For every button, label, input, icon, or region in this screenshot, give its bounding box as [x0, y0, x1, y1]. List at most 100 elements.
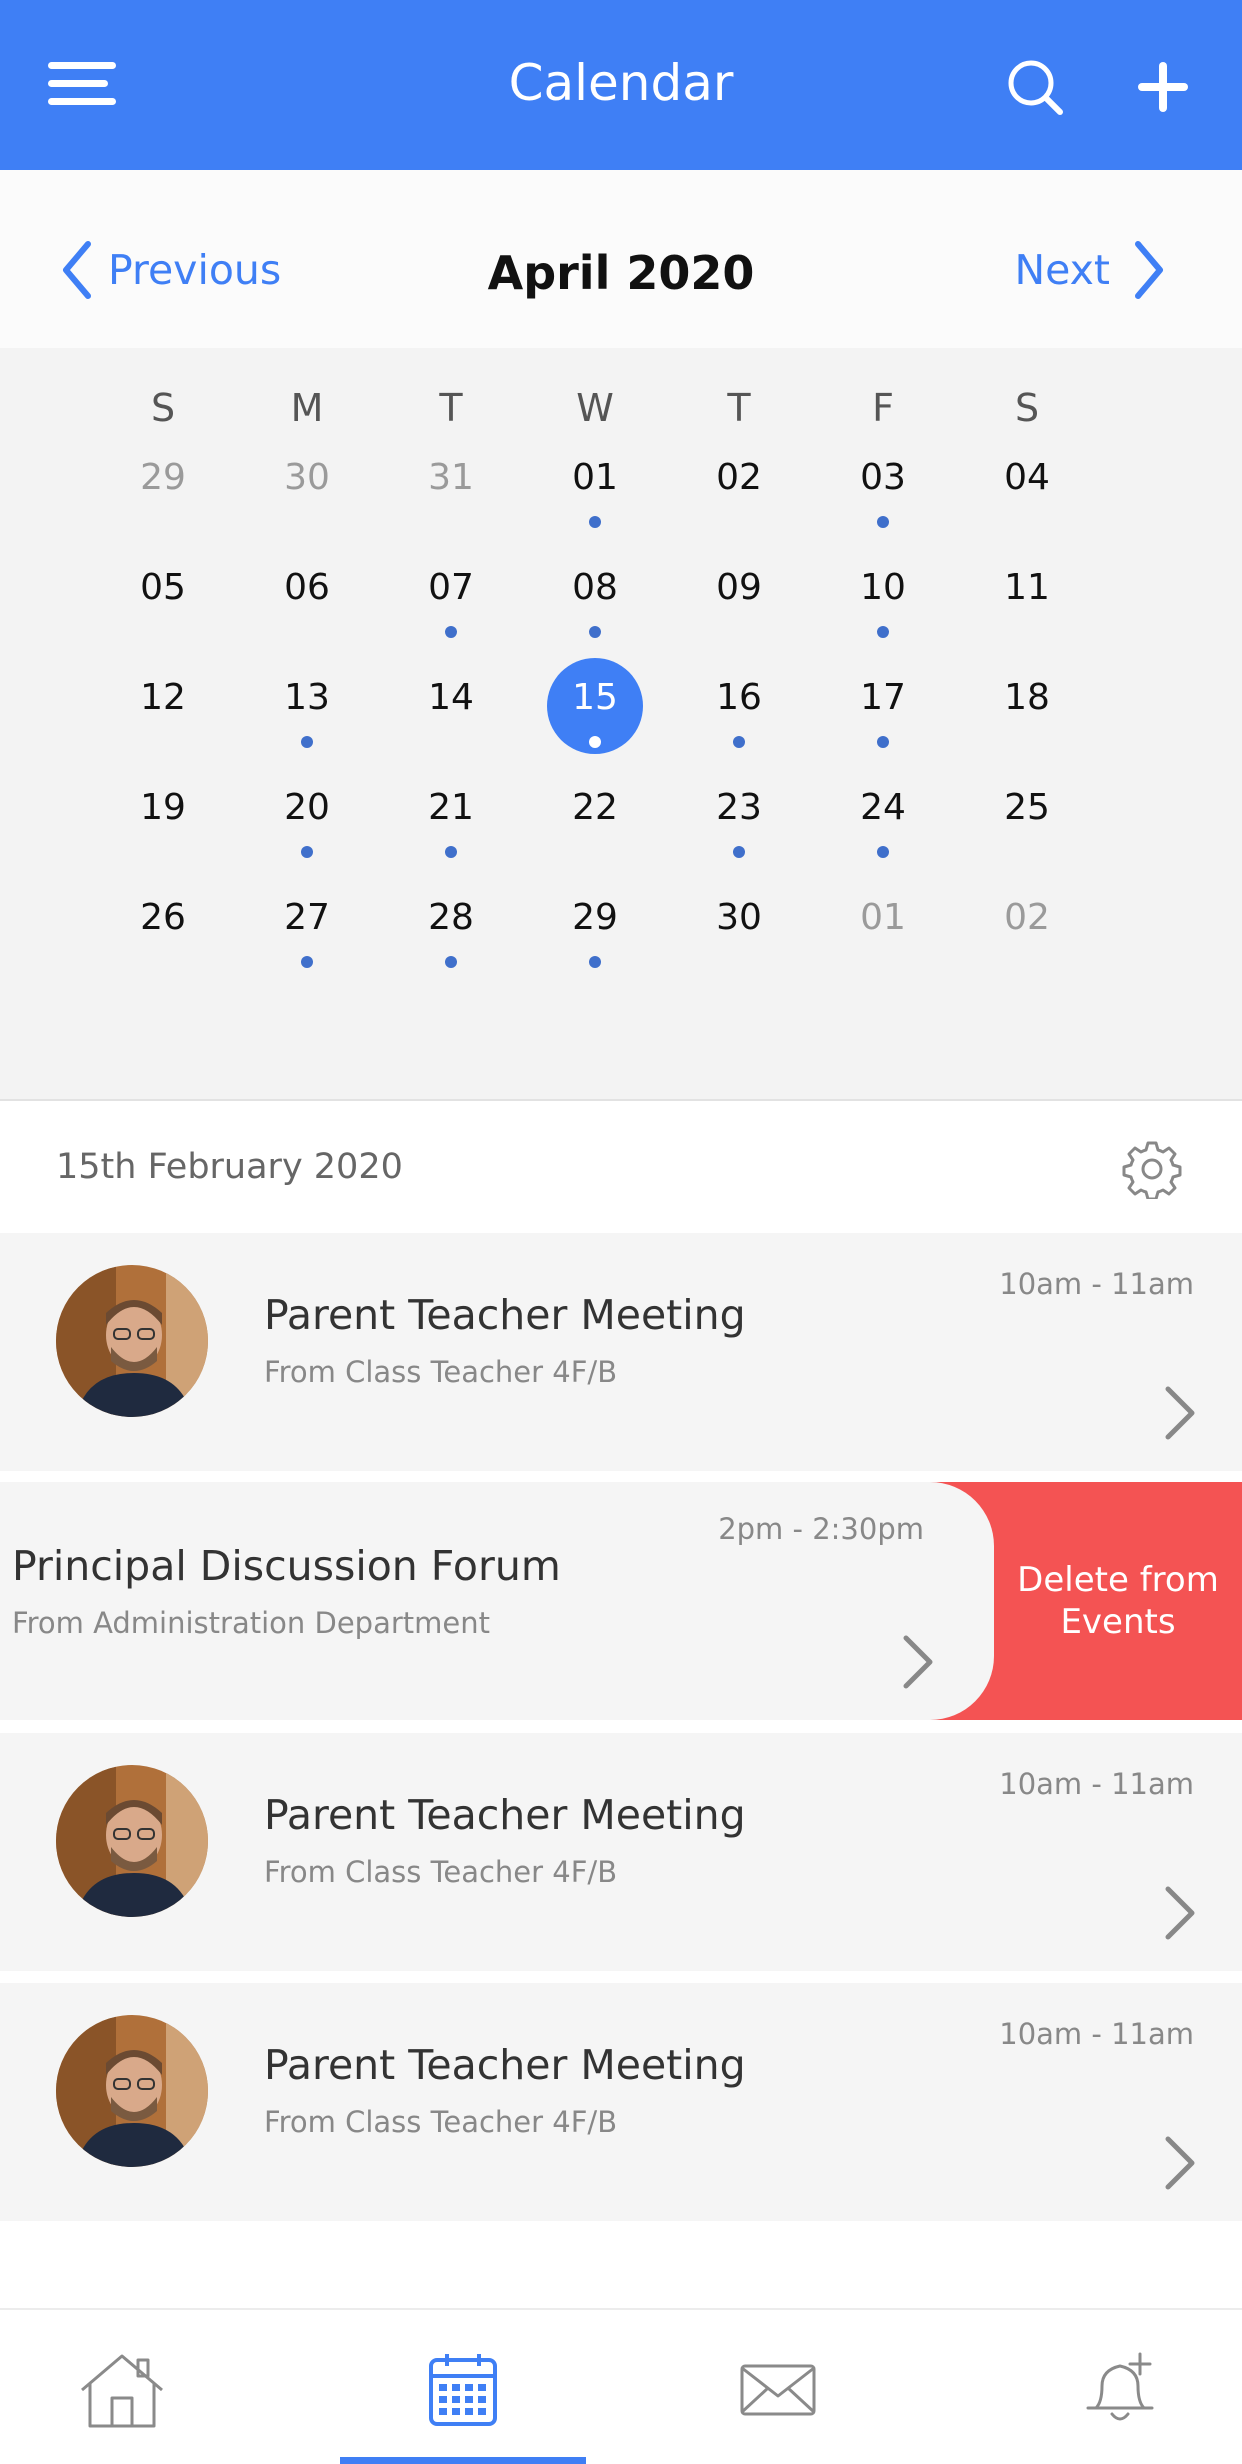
event-dot-indicator: [589, 956, 601, 968]
delete-event-label: Delete from Events: [1017, 1560, 1219, 1642]
day-number: 08: [572, 567, 618, 608]
event-dot-indicator: [733, 846, 745, 858]
avatar: [56, 2015, 208, 2167]
tab-notifications[interactable]: [1022, 2310, 1218, 2464]
day-number: 01: [860, 897, 906, 938]
calendar-day[interactable]: 11: [979, 548, 1075, 644]
day-number: 02: [716, 457, 762, 498]
calendar-day[interactable]: 23: [691, 768, 787, 864]
calendar-day[interactable]: 06: [259, 548, 355, 644]
calendar-day[interactable]: 29: [547, 878, 643, 974]
calendar-day[interactable]: 14: [403, 658, 499, 754]
day-number: 24: [860, 787, 906, 828]
calendar-day[interactable]: 01: [547, 438, 643, 534]
weekday-label: M: [290, 386, 324, 430]
event-item[interactable]: Principal Discussion Forum From Administ…: [0, 1482, 994, 1720]
event-subtitle: From Class Teacher 4F/B: [264, 2105, 618, 2139]
calendar-day[interactable]: 20: [259, 768, 355, 864]
calendar-day[interactable]: 10: [835, 548, 931, 644]
day-number: 23: [716, 787, 762, 828]
calendar-day[interactable]: 30: [259, 438, 355, 534]
plus-icon[interactable]: [1128, 52, 1198, 122]
chevron-right-icon: [1135, 241, 1163, 299]
app-header: Calendar: [0, 0, 1242, 170]
day-number: 07: [428, 567, 474, 608]
event-dot-indicator: [733, 736, 745, 748]
weekday-label: W: [576, 386, 614, 430]
event-title: Principal Discussion Forum: [12, 1542, 561, 1590]
day-number: 21: [428, 787, 474, 828]
day-number: 14: [428, 677, 474, 718]
tab-messages[interactable]: [680, 2310, 876, 2464]
event-time: 10am - 11am: [999, 1267, 1194, 1301]
event-dot-indicator: [589, 626, 601, 638]
event-dot-indicator: [877, 516, 889, 528]
calendar-day[interactable]: 24: [835, 768, 931, 864]
calendar-day-selected[interactable]: 15: [547, 658, 643, 754]
event-time: 10am - 11am: [999, 1767, 1194, 1801]
day-number: 06: [284, 567, 330, 608]
calendar-day[interactable]: 21: [403, 768, 499, 864]
day-number: 28: [428, 897, 474, 938]
calendar-day[interactable]: 17: [835, 658, 931, 754]
day-number: 15: [572, 677, 618, 718]
calendar-day[interactable]: 09: [691, 548, 787, 644]
avatar: [56, 1265, 208, 1417]
calendar-day[interactable]: 08: [547, 548, 643, 644]
calendar-day[interactable]: 29: [115, 438, 211, 534]
calendar-day[interactable]: 25: [979, 768, 1075, 864]
weekday-label: F: [872, 386, 894, 430]
chevron-right-icon: [1165, 2136, 1195, 2190]
calendar-day[interactable]: 04: [979, 438, 1075, 534]
next-month-button[interactable]: Next: [1014, 240, 1163, 300]
selected-date-row: 15th February 2020: [0, 1103, 1242, 1233]
calendar-day[interactable]: 16: [691, 658, 787, 754]
event-time: 2pm - 2:30pm: [718, 1512, 924, 1546]
calendar-day[interactable]: 05: [115, 548, 211, 644]
calendar-day[interactable]: 12: [115, 658, 211, 754]
calendar-day[interactable]: 13: [259, 658, 355, 754]
event-dot-indicator: [589, 736, 601, 748]
day-number: 27: [284, 897, 330, 938]
day-number: 31: [428, 457, 474, 498]
event-dot-indicator: [301, 736, 313, 748]
event-item[interactable]: Parent Teacher Meeting From Class Teache…: [0, 1983, 1242, 2221]
tab-calendar[interactable]: [340, 2310, 586, 2464]
bottom-navigation: [0, 2308, 1242, 2464]
day-number: 29: [140, 457, 186, 498]
event-item[interactable]: Parent Teacher Meeting From Class Teache…: [0, 1233, 1242, 1471]
tab-home[interactable]: [0, 2310, 244, 2464]
calendar-day[interactable]: 22: [547, 768, 643, 864]
search-icon[interactable]: [1000, 52, 1070, 122]
calendar-day[interactable]: 27: [259, 878, 355, 974]
calendar-day[interactable]: 28: [403, 878, 499, 974]
day-number: 02: [1004, 897, 1050, 938]
calendar-day[interactable]: 07: [403, 548, 499, 644]
event-dot-indicator: [877, 846, 889, 858]
calendar-day[interactable]: 26: [115, 878, 211, 974]
month-navigation: Previous April 2020 Next: [0, 170, 1242, 348]
day-number: 16: [716, 677, 762, 718]
day-number: 26: [140, 897, 186, 938]
swiped-event-item: Principal Discussion Forum From Administ…: [0, 1482, 1242, 1720]
calendar-day[interactable]: 01: [835, 878, 931, 974]
calendar-day[interactable]: 18: [979, 658, 1075, 754]
delete-event-button[interactable]: Delete from Events: [994, 1482, 1242, 1720]
selected-date-label: 15th February 2020: [56, 1147, 403, 1187]
day-number: 12: [140, 677, 186, 718]
day-number: 13: [284, 677, 330, 718]
avatar: [56, 1765, 208, 1917]
event-dot-indicator: [301, 846, 313, 858]
calendar-day[interactable]: 03: [835, 438, 931, 534]
calendar-day[interactable]: 19: [115, 768, 211, 864]
event-item[interactable]: Parent Teacher Meeting From Class Teache…: [0, 1733, 1242, 1971]
gear-icon[interactable]: [1122, 1139, 1182, 1199]
day-number: 25: [1004, 787, 1050, 828]
day-number: 10: [860, 567, 906, 608]
day-number: 04: [1004, 457, 1050, 498]
calendar-day[interactable]: 30: [691, 878, 787, 974]
calendar-day[interactable]: 02: [691, 438, 787, 534]
calendar-day[interactable]: 31: [403, 438, 499, 534]
calendar-day[interactable]: 02: [979, 878, 1075, 974]
event-title: Parent Teacher Meeting: [264, 1791, 746, 1839]
